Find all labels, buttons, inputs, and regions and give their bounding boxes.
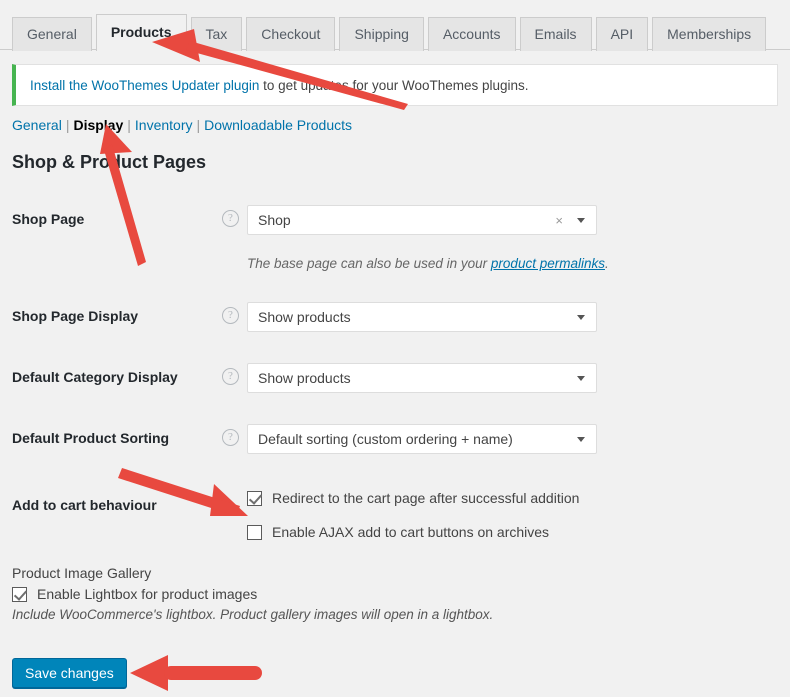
shop-page-description-text: The base page can also be used in your <box>247 256 491 271</box>
chevron-down-icon <box>577 375 585 381</box>
tab-general[interactable]: General <box>12 17 92 51</box>
save-changes-button[interactable]: Save changes <box>12 658 127 688</box>
checkbox-enable-lightbox-label: Enable Lightbox for product images <box>37 586 258 602</box>
default-category-display-label: Default Category Display <box>12 369 178 385</box>
tab-emails[interactable]: Emails <box>519 17 592 51</box>
default-category-display-value: Show products <box>258 370 351 386</box>
checkbox-enable-ajax-label: Enable AJAX add to cart buttons on archi… <box>272 524 550 540</box>
shop-page-description-period: . <box>604 256 609 271</box>
checkbox-icon-checked[interactable] <box>12 586 27 602</box>
install-updater-plugin-link[interactable]: Install the WooThemes Updater plugin <box>30 78 259 93</box>
subnav-separator-1: | <box>65 117 70 133</box>
checkbox-icon-unchecked[interactable] <box>247 524 262 540</box>
product-image-gallery-title: Product Image Gallery <box>12 565 152 581</box>
subnav-item-display[interactable]: Display <box>73 117 123 133</box>
default-product-sorting-select[interactable]: Default sorting (custom ordering + name) <box>247 424 597 454</box>
help-icon[interactable]: ? <box>222 210 239 227</box>
shop-page-select[interactable]: Shop × <box>247 205 597 235</box>
subnav-item-inventory[interactable]: Inventory <box>135 117 193 133</box>
checkbox-icon-checked[interactable] <box>247 490 262 506</box>
shop-page-display-select[interactable]: Show products <box>247 302 597 332</box>
shop-page-value: Shop <box>258 212 291 228</box>
help-icon[interactable]: ? <box>222 429 239 446</box>
chevron-down-icon <box>577 436 585 442</box>
tab-checkout[interactable]: Checkout <box>246 17 336 51</box>
default-product-sorting-label: Default Product Sorting <box>12 430 170 446</box>
subnav-item-downloadable-products[interactable]: Downloadable Products <box>204 117 352 133</box>
default-product-sorting-value: Default sorting (custom ordering + name) <box>258 431 513 447</box>
woocommerce-products-display-settings-page: General Products Tax Checkout Shipping A… <box>0 0 790 697</box>
chevron-down-icon <box>577 217 585 223</box>
arrow-to-save-button <box>130 655 262 691</box>
checkbox-redirect-to-cart[interactable]: Redirect to the cart page after successf… <box>247 490 579 506</box>
shop-page-description: The base page can also be used in your p… <box>247 256 609 271</box>
help-icon[interactable]: ? <box>222 368 239 385</box>
checkbox-enable-lightbox[interactable]: Enable Lightbox for product images <box>12 586 257 602</box>
tab-memberships[interactable]: Memberships <box>652 17 767 51</box>
add-to-cart-behaviour-label: Add to cart behaviour <box>12 497 157 513</box>
product-image-gallery-description: Include WooCommerce's lightbox. Product … <box>12 607 494 622</box>
subnav-separator-2: | <box>127 117 131 133</box>
tab-tax[interactable]: Tax <box>190 17 243 51</box>
arrow-to-display-link <box>100 124 146 266</box>
tab-shipping[interactable]: Shipping <box>339 17 424 51</box>
shop-page-label: Shop Page <box>12 211 85 227</box>
settings-tab-bar: General Products Tax Checkout Shipping A… <box>0 0 790 51</box>
woothemes-updater-notice: Install the WooThemes Updater plugin to … <box>12 64 778 106</box>
subnav-item-general[interactable]: General <box>12 117 62 133</box>
clear-icon[interactable]: × <box>555 214 563 227</box>
default-category-display-select[interactable]: Show products <box>247 363 597 393</box>
subnav-separator-3: | <box>196 117 201 133</box>
shop-page-display-label: Shop Page Display <box>12 308 139 324</box>
chevron-down-icon <box>577 314 585 320</box>
help-icon[interactable]: ? <box>222 307 239 324</box>
tab-products[interactable]: Products <box>95 14 187 51</box>
tab-accounts[interactable]: Accounts <box>427 17 516 51</box>
notice-text: to get updates for your WooThemes plugin… <box>259 77 529 93</box>
shop-page-display-value: Show products <box>258 309 351 325</box>
checkbox-redirect-to-cart-label: Redirect to the cart page after successf… <box>272 490 580 506</box>
products-subnav: General | Display | Inventory | Downloadable P… <box>12 117 352 133</box>
page-title: Shop & Product Pages <box>12 152 207 172</box>
tab-api[interactable]: API <box>595 17 649 51</box>
product-permalinks-link[interactable]: product permalinks <box>491 256 605 271</box>
settings-tabs: General Products Tax Checkout Shipping A… <box>12 12 770 51</box>
checkbox-enable-ajax-add-to-cart[interactable]: Enable AJAX add to cart buttons on archi… <box>247 524 549 540</box>
